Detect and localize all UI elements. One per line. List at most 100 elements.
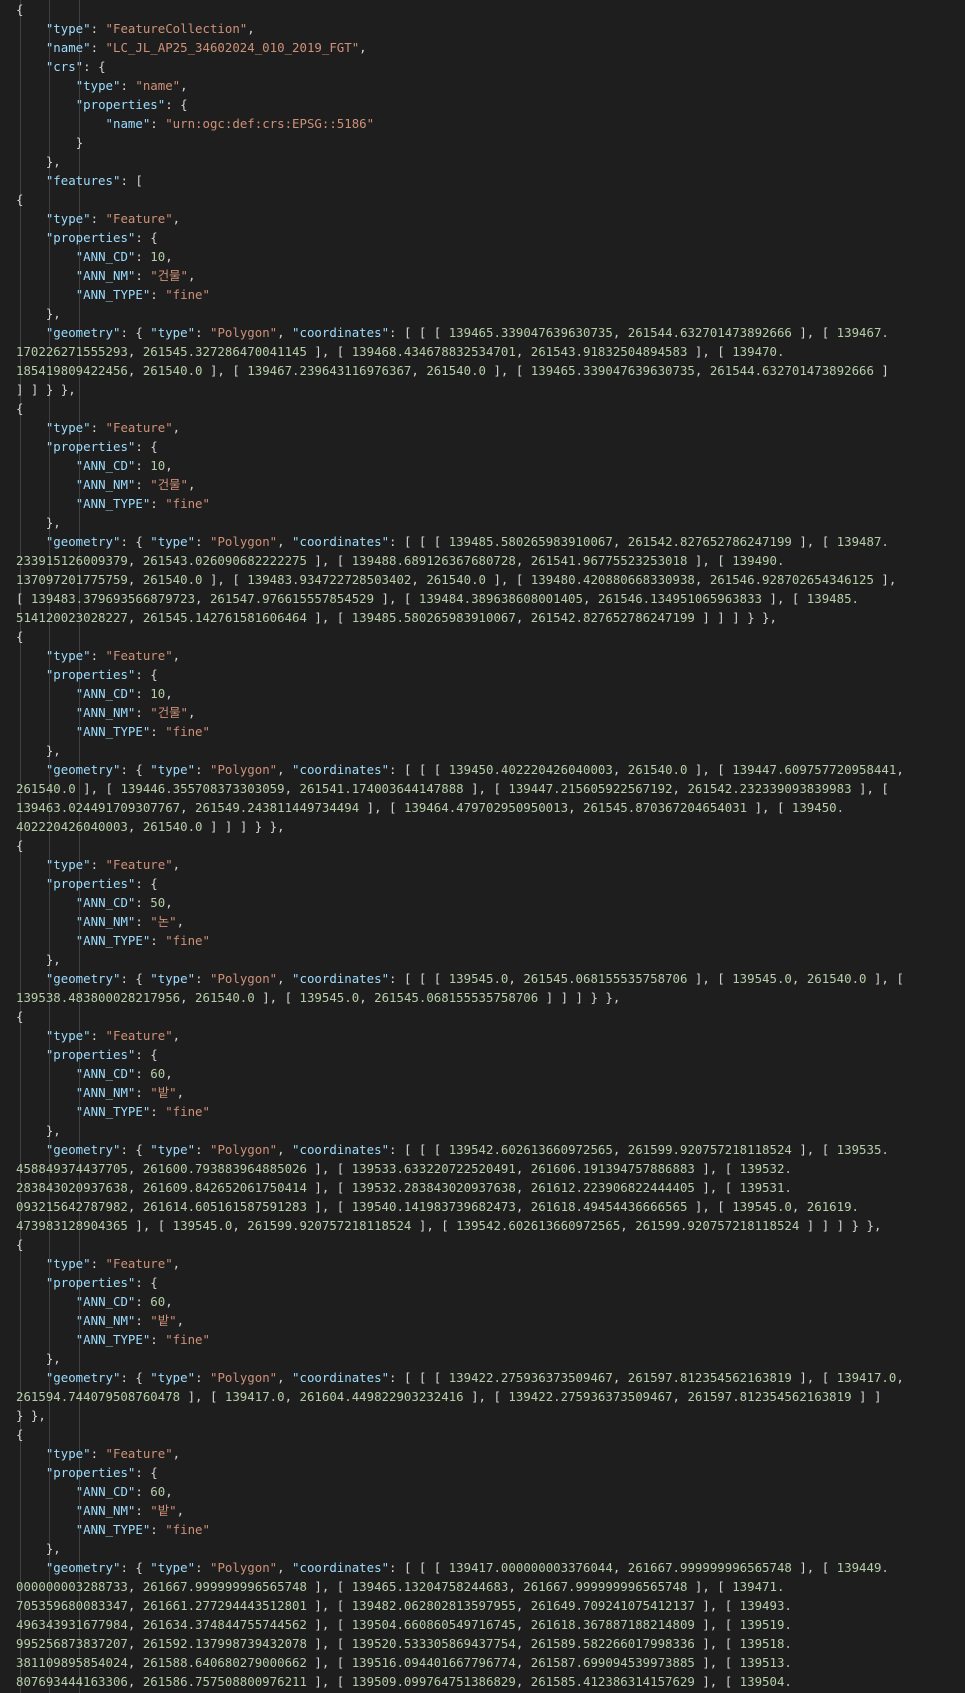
json-punctuation: ] bbox=[873, 363, 889, 378]
code-line: 170226271555293, 261545.327286470041145 … bbox=[0, 342, 965, 361]
json-number: 261604.449822903232416 bbox=[299, 1389, 464, 1404]
json-punctuation: ], [ bbox=[127, 1218, 173, 1233]
json-punctuation: : { bbox=[135, 439, 158, 454]
json-key: "type" bbox=[150, 534, 196, 549]
json-number: 261540.0 bbox=[627, 762, 688, 777]
json-string: "fine" bbox=[165, 933, 210, 948]
json-number: 139518. bbox=[739, 1636, 792, 1651]
json-number: 261544.632701473892666 bbox=[709, 363, 874, 378]
code-line: "properties": { bbox=[0, 437, 965, 456]
json-punctuation: , bbox=[508, 1579, 524, 1594]
code-line: "ANN_TYPE": "fine" bbox=[0, 1102, 965, 1121]
code-line: "geometry": { "type": "Polygon", "coordi… bbox=[0, 760, 965, 779]
json-key: "type" bbox=[150, 1560, 196, 1575]
code-line: "properties": { bbox=[0, 1463, 965, 1482]
json-punctuation: , bbox=[165, 1294, 173, 1309]
code-line: { bbox=[0, 190, 965, 209]
json-punctuation: : bbox=[90, 1446, 106, 1461]
json-number: 10 bbox=[150, 686, 166, 701]
json-key: "type" bbox=[150, 1370, 196, 1385]
json-string: "Polygon" bbox=[209, 325, 278, 340]
json-punctuation: : bbox=[135, 914, 151, 929]
json-punctuation: : [ [ [ bbox=[389, 1142, 449, 1157]
json-string: "Polygon" bbox=[209, 1142, 278, 1157]
json-punctuation: , bbox=[582, 591, 598, 606]
json-number: 139504.660860549716745 bbox=[351, 1617, 516, 1632]
json-string: "Polygon" bbox=[209, 1560, 278, 1575]
json-punctuation: : bbox=[135, 1085, 151, 1100]
json-punctuation: ], [ bbox=[791, 1370, 837, 1385]
json-number: 261542.827652786247199 bbox=[627, 534, 792, 549]
json-punctuation: , bbox=[165, 1484, 173, 1499]
json-number: 261618.49454436666565 bbox=[530, 1199, 688, 1214]
code-line: "type": "Feature", bbox=[0, 1444, 965, 1463]
json-number: 60 bbox=[150, 1294, 166, 1309]
json-punctuation: : { bbox=[120, 1370, 151, 1385]
json-key: "ANN_TYPE" bbox=[75, 287, 151, 302]
json-punctuation: ], [ bbox=[687, 344, 733, 359]
json-punctuation: ], [ bbox=[687, 762, 733, 777]
json-punctuation: ], [ bbox=[306, 553, 352, 568]
json-number: 261594.744079508760478 bbox=[16, 1389, 181, 1404]
json-key: "properties" bbox=[45, 667, 136, 682]
json-punctuation: , bbox=[188, 705, 196, 720]
json-key: "ANN_CD" bbox=[75, 1484, 136, 1499]
json-string: "Polygon" bbox=[209, 1370, 278, 1385]
json-number: 261545.870367204654031 bbox=[582, 800, 748, 815]
json-number: 139417.000000003376044 bbox=[448, 1560, 613, 1575]
json-punctuation: ], [ bbox=[694, 1598, 740, 1613]
code-line: 705359680083347, 261661.277294443512801 … bbox=[0, 1596, 965, 1615]
json-punctuation: ], [ bbox=[486, 572, 531, 587]
json-punctuation: : bbox=[150, 1332, 166, 1347]
json-punctuation: , bbox=[515, 1161, 531, 1176]
json-punctuation: , bbox=[896, 1370, 904, 1385]
json-string: "fine" bbox=[165, 1104, 210, 1119]
json-punctuation: ], [ bbox=[694, 1161, 740, 1176]
json-string: "fine" bbox=[165, 1332, 210, 1347]
json-number: 261599.920757218118524 bbox=[627, 1142, 792, 1157]
code-line: "geometry": { "type": "Polygon", "coordi… bbox=[0, 969, 965, 988]
json-number: 139417.0 bbox=[836, 1370, 897, 1385]
json-punctuation: : bbox=[150, 1522, 166, 1537]
json-punctuation: : bbox=[150, 496, 166, 511]
json-number: 261597.812354562163819 bbox=[627, 1370, 792, 1385]
json-string: "fine" bbox=[165, 724, 210, 739]
code-line: }, bbox=[0, 741, 965, 760]
json-number: 139485. bbox=[806, 591, 860, 606]
json-punctuation: : bbox=[150, 116, 166, 131]
json-punctuation: , bbox=[127, 1199, 143, 1214]
json-punctuation: : { bbox=[120, 325, 151, 340]
json-number: 261547.976615557854529 bbox=[209, 591, 375, 606]
json-key: "name" bbox=[45, 40, 91, 55]
json-number: 261545.068155535758706 bbox=[374, 990, 539, 1005]
json-punctuation: , bbox=[165, 1066, 173, 1081]
code-line: "type": "Feature", bbox=[0, 855, 965, 874]
json-key: "ANN_CD" bbox=[75, 249, 136, 264]
code-line: 381109895854024, 261588.640680279000662 … bbox=[0, 1653, 965, 1672]
json-punctuation: : [ [ [ bbox=[389, 325, 449, 340]
code-line: }, bbox=[0, 950, 965, 969]
json-key: "geometry" bbox=[45, 1370, 121, 1385]
json-punctuation: : bbox=[195, 534, 210, 549]
json-punctuation: , bbox=[127, 1579, 143, 1594]
code-line: "properties": { bbox=[0, 1045, 965, 1064]
code-line: ] ] } }, bbox=[0, 380, 965, 399]
json-key: "type" bbox=[45, 420, 91, 435]
json-number: 233915126009379 bbox=[16, 553, 128, 568]
json-number: 139447.215605922567192 bbox=[508, 781, 673, 796]
json-punctuation: { bbox=[16, 1427, 24, 1442]
code-editor[interactable]: { "type": "FeatureCollection", "name": "… bbox=[0, 0, 965, 1693]
